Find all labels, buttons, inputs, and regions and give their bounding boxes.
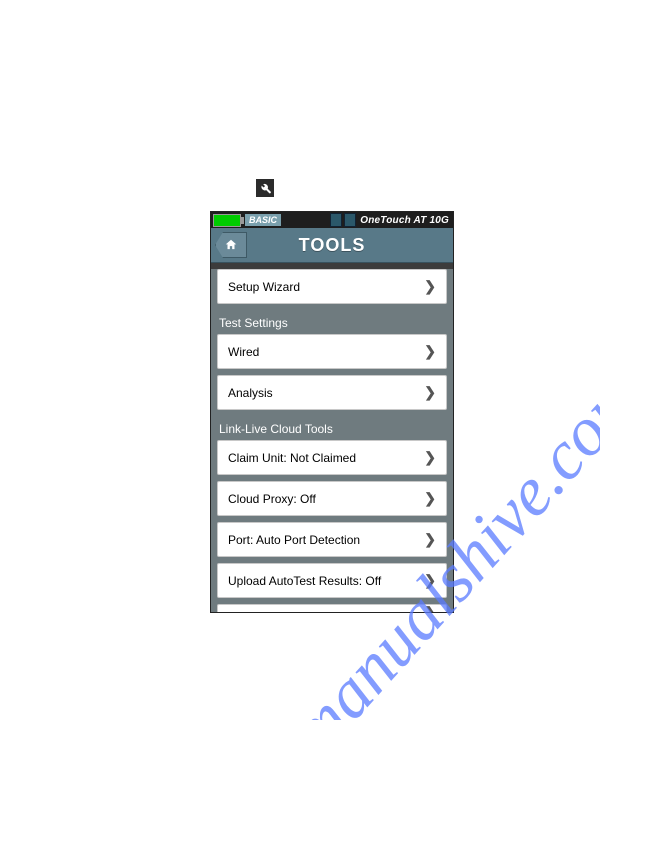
status-bar: BASIC OneTouch AT 10G [211,212,453,228]
tools-icon [256,179,274,197]
row-label: Port: Auto Port Detection [228,533,424,547]
section-header-cloud-tools: Link-Live Cloud Tools [211,416,453,440]
row-label: Claim Unit: Not Claimed [228,451,424,465]
row-wired[interactable]: Wired ❯ [217,334,447,369]
row-label: Upload AutoTest Results: Off [228,574,424,588]
status-device-title: OneTouch AT 10G [360,215,451,226]
chevron-right-icon: ❯ [424,572,436,589]
row-upload-autotest[interactable]: Upload AutoTest Results: Off ❯ [217,563,447,598]
title-bar: TOOLS [211,228,453,263]
row-port[interactable]: Port: Auto Port Detection ❯ [217,522,447,557]
page-title: TOOLS [211,235,453,256]
row-label: Cloud Proxy: Off [228,492,424,506]
row-claim-unit[interactable]: Claim Unit: Not Claimed ❯ [217,440,447,475]
section-header-test-settings: Test Settings [211,310,453,334]
row-label: Setup Wizard [228,280,424,294]
chevron-right-icon: ❯ [424,604,436,613]
row-setup-wizard[interactable]: Setup Wizard ❯ [217,269,447,304]
row-label: Analysis [228,386,424,400]
chevron-right-icon: ❯ [424,384,436,401]
row-label: Wired [228,345,424,359]
status-mode: BASIC [245,214,281,226]
row-cloud-proxy[interactable]: Cloud Proxy: Off ❯ [217,481,447,516]
chevron-right-icon: ❯ [424,278,436,295]
device-screenshot: BASIC OneTouch AT 10G TOOLS Setup Wizard… [210,211,454,613]
chevron-right-icon: ❯ [424,343,436,360]
row-cutoff[interactable]: ❯ [217,604,447,613]
chevron-right-icon: ❯ [424,490,436,507]
row-analysis[interactable]: Analysis ❯ [217,375,447,410]
chevron-right-icon: ❯ [424,449,436,466]
chevron-right-icon: ❯ [424,531,436,548]
status-icon [344,213,356,227]
status-icon [330,213,342,227]
tools-list: Setup Wizard ❯ Test Settings Wired ❯ Ana… [211,269,453,613]
battery-icon [213,214,241,227]
